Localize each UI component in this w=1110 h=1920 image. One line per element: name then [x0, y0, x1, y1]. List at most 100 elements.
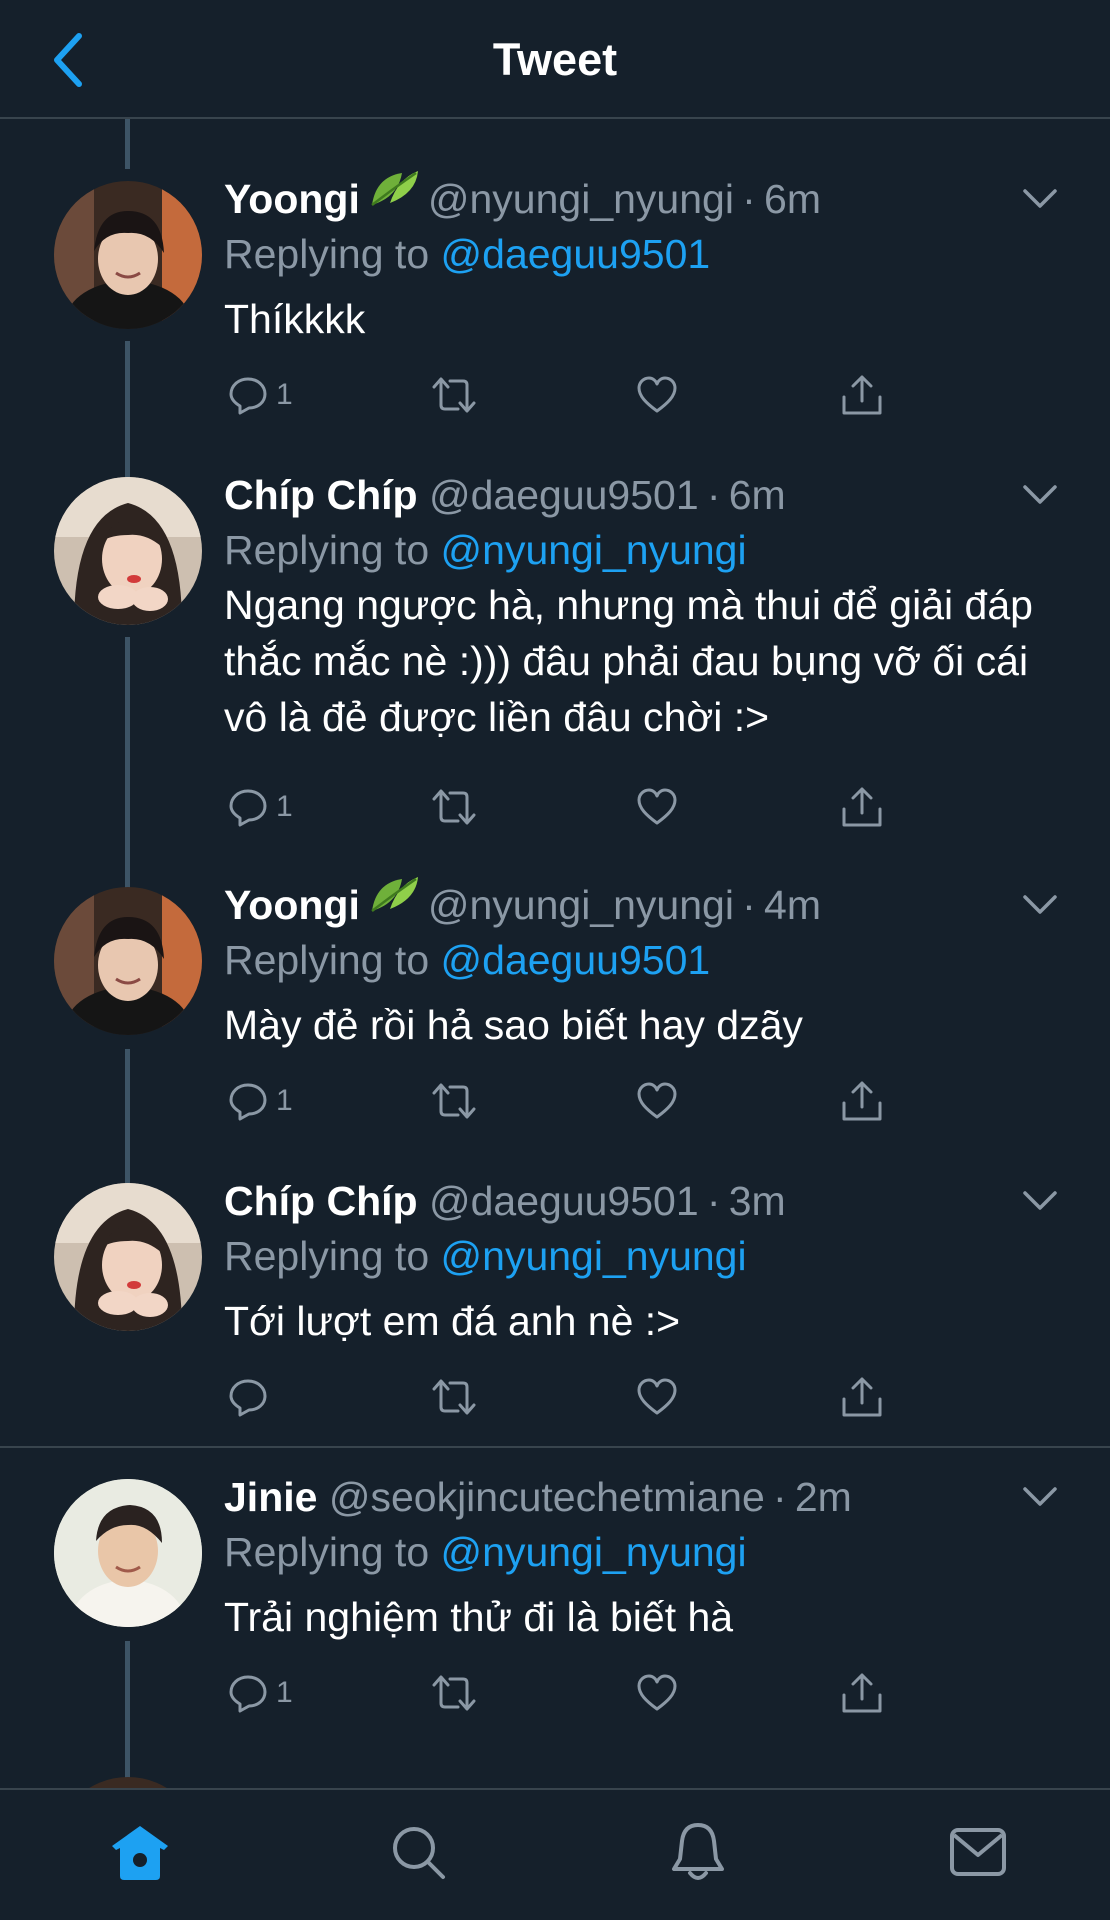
reply-button[interactable]: 1: [228, 1665, 293, 1721]
tab-search[interactable]: [378, 1812, 458, 1892]
tweet-header: Yoongi @nyungi_nyungi · 4m: [224, 875, 1020, 935]
tweet-header: Jinie @seokjincutechetmiane · 2m: [224, 1467, 1020, 1527]
heart-icon: [637, 788, 677, 825]
tweet-text: Mày đẻ rồi hả sao biết hay dzãy: [224, 1002, 803, 1048]
avatar[interactable]: [54, 887, 202, 1035]
tweet-item[interactable]: Jinie @seokjincutechetmiane · 2m Replyin…: [0, 1417, 1110, 1747]
search-icon: [393, 1827, 445, 1879]
leaf-emoji-icon: [368, 875, 422, 933]
user-handle[interactable]: @nyungi_nyungi: [428, 882, 734, 928]
share-icon: [842, 1673, 882, 1713]
heart-icon: [637, 1082, 677, 1119]
mention-link[interactable]: @nyungi_nyungi: [441, 1529, 747, 1575]
tweet-item[interactable]: Yoongi @nyungi_nyungi · 6m Replying to @d…: [0, 119, 1110, 449]
display-name[interactable]: Chíp Chíp: [224, 472, 418, 518]
replying-to-line: Replying to @nyungi_nyungi: [224, 1228, 747, 1284]
user-handle[interactable]: @seokjincutechetmiane: [329, 1474, 765, 1520]
tweet-text: Trải nghiệm thử đi là biết hà: [224, 1594, 734, 1640]
chevron-down-icon: [1023, 189, 1057, 208]
timestamp: 4m: [764, 882, 821, 928]
user-handle[interactable]: @daeguu9501: [429, 1178, 699, 1224]
timestamp: 2m: [794, 1474, 852, 1520]
replying-label: Replying to: [224, 527, 430, 573]
separator-dot: ·: [698, 1178, 729, 1224]
tab-notifications[interactable]: [658, 1812, 738, 1892]
retweet-icon: [432, 789, 476, 825]
retweet-icon: [432, 1379, 476, 1415]
tweet-item-partial[interactable]: [0, 1719, 1110, 1788]
tweet-menu-button[interactable]: [1018, 473, 1062, 517]
share-icon: [842, 1081, 882, 1121]
retweet-icon: [432, 1083, 476, 1119]
user-handle[interactable]: @daeguu9501: [429, 472, 699, 518]
tweet-thread[interactable]: Yoongi @nyungi_nyungi · 6m Replying to @d…: [0, 119, 1110, 1788]
page-title: Tweet: [492, 34, 618, 85]
reply-count: 1: [276, 790, 293, 823]
heart-icon: [637, 1378, 677, 1415]
retweet-icon: [432, 377, 476, 413]
reply-count: 1: [276, 378, 293, 411]
tweet-menu-button[interactable]: [1018, 883, 1062, 927]
tweet-menu-button[interactable]: [1018, 177, 1062, 221]
separator-dot: ·: [764, 1474, 795, 1520]
tweet-item[interactable]: Chíp Chíp @daeguu9501 · 6m Replying to @…: [0, 415, 1110, 829]
replying-to-line: Replying to @nyungi_nyungi: [224, 522, 747, 578]
share-icon: [842, 1377, 882, 1417]
home-icon: [112, 1826, 168, 1880]
display-name[interactable]: Yoongi: [224, 882, 360, 928]
mention-link[interactable]: @daeguu9501: [441, 231, 711, 277]
leaf-emoji-icon: [368, 169, 422, 227]
tab-messages[interactable]: [938, 1812, 1018, 1892]
heart-icon: [637, 376, 677, 413]
replying-to-line: Replying to @daeguu9501: [224, 226, 710, 282]
chevron-down-icon: [1023, 1487, 1057, 1506]
tweet-header: Yoongi @nyungi_nyungi · 6m: [224, 169, 1020, 229]
timestamp: 6m: [728, 472, 786, 518]
avatar[interactable]: [54, 181, 202, 329]
user-handle[interactable]: @nyungi_nyungi: [428, 176, 734, 222]
avatar[interactable]: [54, 1183, 202, 1331]
like-button[interactable]: [636, 1665, 678, 1721]
reply-icon: [229, 1379, 267, 1417]
tweet-header: Chíp Chíp @daeguu9501 · 3m: [224, 1171, 1020, 1231]
tweet-text: Tới lượt em đá anh nè :>: [224, 1298, 681, 1344]
tweet-text: Thíkkkk: [224, 296, 366, 342]
tab-home[interactable]: [100, 1812, 180, 1892]
display-name[interactable]: Chíp Chíp: [224, 1178, 418, 1224]
mention-link[interactable]: @daeguu9501: [441, 937, 711, 983]
display-name[interactable]: Jinie: [224, 1474, 317, 1520]
reply-icon: [229, 789, 267, 827]
chevron-down-icon: [1023, 1191, 1057, 1210]
tweet-actions: 1: [224, 1665, 924, 1721]
reply-icon: [229, 1675, 267, 1713]
top-nav-bar: Tweet: [0, 0, 1110, 119]
tweet-header: Chíp Chíp @daeguu9501 · 6m: [224, 465, 1020, 525]
notifications-icon: [672, 1823, 724, 1880]
tweet-menu-button[interactable]: [1018, 1475, 1062, 1519]
display-name[interactable]: Yoongi: [224, 176, 360, 222]
share-button[interactable]: [840, 1665, 884, 1721]
tweet-item[interactable]: Yoongi @nyungi_nyungi · 4m Replying to @d…: [0, 825, 1110, 1125]
reply-count: 1: [276, 1676, 293, 1709]
share-icon: [842, 787, 882, 827]
chevron-down-icon: [1023, 895, 1057, 914]
replying-label: Replying to: [224, 937, 430, 983]
reply-icon: [229, 1083, 267, 1121]
tweet-item[interactable]: Chíp Chíp @daeguu9501 · 3m Replying to @…: [0, 1121, 1110, 1447]
retweet-button[interactable]: [430, 1665, 478, 1721]
replying-to-line: Replying to @daeguu9501: [224, 932, 710, 988]
reply-icon: [229, 377, 267, 415]
separator-dot: ·: [698, 472, 729, 518]
tweet-menu-button[interactable]: [1018, 1179, 1062, 1223]
separator-dot: ·: [733, 882, 765, 928]
replying-label: Replying to: [224, 231, 430, 277]
reply-count: 1: [276, 1084, 293, 1117]
replying-label: Replying to: [224, 1233, 430, 1279]
avatar[interactable]: [54, 1479, 202, 1627]
mention-link[interactable]: @nyungi_nyungi: [441, 527, 747, 573]
timestamp: 6m: [764, 176, 821, 222]
avatar[interactable]: [54, 1777, 202, 1788]
replying-to-line: Replying to @nyungi_nyungi: [224, 1524, 747, 1580]
mention-link[interactable]: @nyungi_nyungi: [441, 1233, 747, 1279]
replying-label: Replying to: [224, 1529, 430, 1575]
